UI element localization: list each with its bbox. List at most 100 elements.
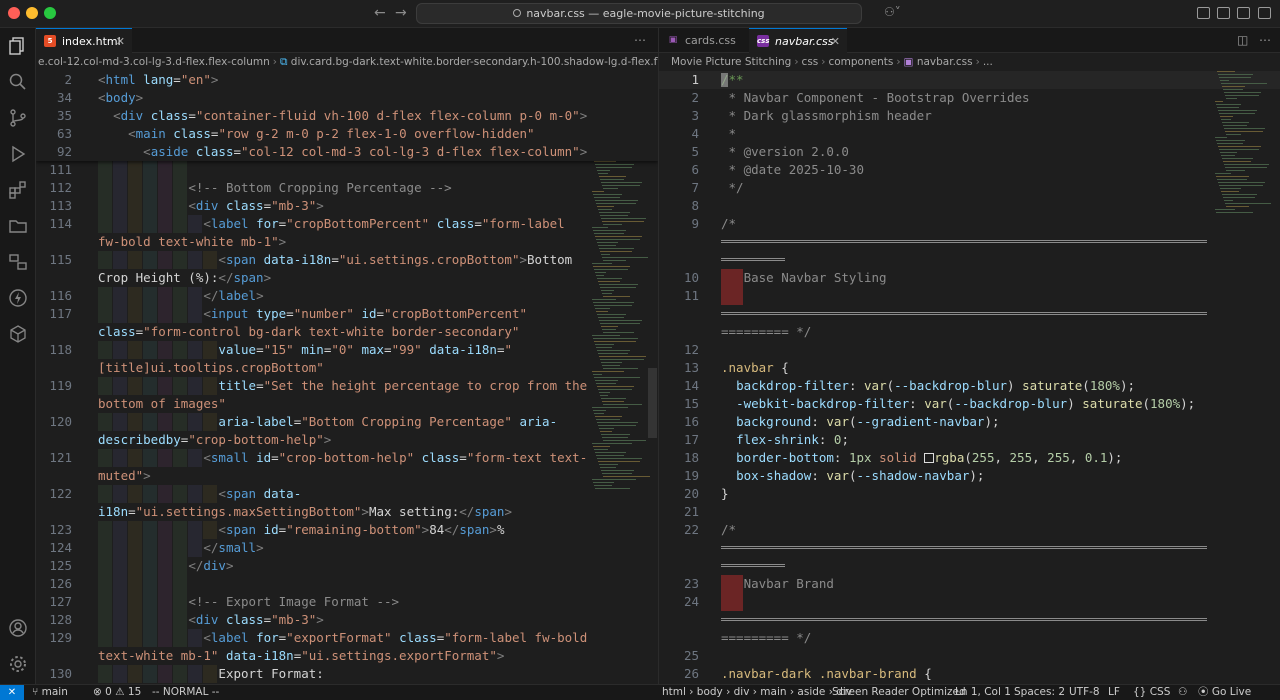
- code-line[interactable]: 1/**: [659, 71, 1280, 89]
- code-line[interactable]: 16 background: var(--gradient-navbar);: [659, 413, 1280, 431]
- tab-index-html[interactable]: 5 index.html ✕: [36, 28, 132, 53]
- code-line[interactable]: 129 <label for="exportFormat" class="for…: [36, 629, 658, 647]
- tab-navbar-css[interactable]: css navbar.css ✕: [749, 28, 847, 53]
- code-line[interactable]: 114 <label for="cropBottomPercent" class…: [36, 215, 658, 233]
- code-line[interactable]: 24: [659, 593, 1280, 611]
- code-line[interactable]: 20}: [659, 485, 1280, 503]
- sticky-line[interactable]: 35 <div class="container-fluid vh-100 d-…: [36, 107, 658, 125]
- code-line[interactable]: 17 flex-shrink: 0;: [659, 431, 1280, 449]
- code-line[interactable]: 25: [659, 647, 1280, 665]
- code-line[interactable]: [659, 611, 1280, 629]
- code-line[interactable]: 125 </div>: [36, 557, 658, 575]
- code-line[interactable]: ========= */: [659, 323, 1280, 341]
- more-actions-icon[interactable]: ⋯: [634, 28, 646, 53]
- close-icon[interactable]: ✕: [116, 29, 125, 54]
- code-line[interactable]: 113 <div class="mb-3">: [36, 197, 658, 215]
- code-line[interactable]: 117 <input type="number" id="cropBottomP…: [36, 305, 658, 323]
- code-line[interactable]: 123 <span id="remaining-bottom">84</span…: [36, 521, 658, 539]
- code-editor-navbar-css[interactable]: 1/** 2 * Navbar Component - Bootstrap Ove…: [659, 71, 1280, 684]
- command-center[interactable]: navbar.css — eagle-movie-picture-stitchi…: [416, 3, 862, 24]
- code-line[interactable]: text-white mb-1" data-i18n="ui.settings.…: [36, 647, 658, 665]
- sticky-line[interactable]: 34 <body>: [36, 89, 658, 107]
- code-line[interactable]: bottom of images": [36, 395, 658, 413]
- code-line[interactable]: 128 <div class="mb-3">: [36, 611, 658, 629]
- toggle-primary-sidebar-icon[interactable]: [1197, 7, 1210, 19]
- code-line[interactable]: 3 * Dark glassmorphism header: [659, 107, 1280, 125]
- remote-indicator-icon[interactable]: ✕: [0, 685, 24, 700]
- code-line[interactable]: [659, 233, 1280, 251]
- code-line[interactable]: 10 Base Navbar Styling: [659, 269, 1280, 287]
- code-line[interactable]: [659, 305, 1280, 323]
- code-line[interactable]: 111: [36, 161, 658, 179]
- indentation[interactable]: Spaces: 2: [1014, 685, 1065, 700]
- tab-cards-css[interactable]: ▣ cards.css: [659, 28, 747, 53]
- folder-icon[interactable]: [8, 216, 28, 236]
- sticky-scroll-header[interactable]: 2 <html lang="en"> 34 <body> 35 <div class="…: [36, 71, 658, 161]
- toggle-secondary-sidebar-icon[interactable]: [1237, 7, 1250, 19]
- sticky-line[interactable]: 63 <main class="row g-2 m-0 p-2 flex-1-0…: [36, 125, 658, 143]
- code-line[interactable]: 115 <span data-i18n="ui.settings.cropBot…: [36, 251, 658, 269]
- code-line[interactable]: i18n="ui.settings.maxSettingBottom">Max …: [36, 503, 658, 521]
- search-icon[interactable]: [8, 72, 28, 92]
- code-line[interactable]: 12: [659, 341, 1280, 359]
- code-line[interactable]: 124 </small>: [36, 539, 658, 557]
- cursor-position[interactable]: Ln 1, Col 1: [955, 685, 1011, 700]
- forward-arrow-icon[interactable]: →: [395, 5, 407, 21]
- breadcrumb-item[interactable]: css: [802, 56, 819, 68]
- code-line[interactable]: 14 backdrop-filter: var(--backdrop-blur)…: [659, 377, 1280, 395]
- code-editor-index-html[interactable]: 2 <html lang="en"> 34 <body> 35 <div class="…: [36, 71, 658, 684]
- code-line[interactable]: 7 */: [659, 179, 1280, 197]
- status-breadcrumb[interactable]: html › body › div › main › aside › div: [662, 685, 852, 700]
- code-line[interactable]: 8: [659, 197, 1280, 215]
- minimize-window-button[interactable]: [26, 7, 38, 19]
- code-line[interactable]: 122 <span data-: [36, 485, 658, 503]
- source-control-icon[interactable]: [8, 108, 28, 128]
- remote-explorer-icon[interactable]: [8, 252, 28, 272]
- more-actions-icon[interactable]: ⋯: [1259, 28, 1271, 53]
- scrollbar-thumb[interactable]: [648, 368, 657, 438]
- code-line[interactable]: 130 Export Format:: [36, 665, 658, 683]
- code-line[interactable]: 118 value="15" min="0" max="99" data-i18…: [36, 341, 658, 359]
- copilot-icon[interactable]: ⚇˅: [884, 5, 901, 19]
- code-line[interactable]: muted">: [36, 467, 658, 485]
- breadcrumb-item[interactable]: div.card.bg-dark.text-white.border-secon…: [291, 56, 658, 68]
- code-line[interactable]: 120 aria-label="Bottom Cropping Percenta…: [36, 413, 658, 431]
- code-line[interactable]: 26 .navbar-dark .navbar-brand {: [659, 665, 1280, 683]
- run-debug-icon[interactable]: [8, 144, 28, 164]
- minimap[interactable]: [1215, 71, 1277, 684]
- code-line[interactable]: 116 </label>: [36, 287, 658, 305]
- code-line[interactable]: [title]ui.tooltips.cropBottom": [36, 359, 658, 377]
- code-line[interactable]: 6 * @date 2025-10-30: [659, 161, 1280, 179]
- code-line[interactable]: 5 * @version 2.0.0: [659, 143, 1280, 161]
- sticky-line[interactable]: 2 <html lang="en">: [36, 71, 658, 89]
- breadcrumb-item[interactable]: navbar.css: [917, 56, 973, 68]
- code-line[interactable]: 11: [659, 287, 1280, 305]
- encoding[interactable]: UTF-8: [1069, 685, 1100, 700]
- account-icon[interactable]: [8, 618, 28, 638]
- code-line[interactable]: describedby="crop-bottom-help">: [36, 431, 658, 449]
- code-line[interactable]: fw-bold text-white mb-1">: [36, 233, 658, 251]
- split-editor-icon[interactable]: ◫: [1237, 28, 1248, 53]
- code-line[interactable]: 2 * Navbar Component - Bootstrap Overrid…: [659, 89, 1280, 107]
- screen-reader-mode[interactable]: Screen Reader Optimized: [832, 685, 966, 700]
- extensions-icon[interactable]: [8, 180, 28, 200]
- breadcrumb-item[interactable]: Movie Picture Stitching: [671, 56, 791, 68]
- breadcrumb-item[interactable]: components: [828, 56, 893, 68]
- end-of-line[interactable]: LF: [1108, 685, 1120, 700]
- go-live-button[interactable]: ⦿ Go Live: [1198, 685, 1251, 700]
- code-line[interactable]: 126: [36, 575, 658, 593]
- code-line[interactable]: Crop Height (%):</span>: [36, 269, 658, 287]
- breadcrumb-item[interactable]: ...: [983, 56, 993, 68]
- code-line[interactable]: 15 -webkit-backdrop-filter: var(--backdr…: [659, 395, 1280, 413]
- toggle-panel-icon[interactable]: [1217, 7, 1230, 19]
- code-line[interactable]: 4 *: [659, 125, 1280, 143]
- code-line[interactable]: 22 /*: [659, 521, 1280, 539]
- sticky-line[interactable]: 92 <aside class="col-12 col-md-3 col-lg-…: [36, 143, 658, 161]
- code-line[interactable]: [659, 557, 1280, 575]
- code-line[interactable]: 13 .navbar {: [659, 359, 1280, 377]
- code-line[interactable]: [659, 251, 1280, 269]
- code-line[interactable]: [659, 539, 1280, 557]
- code-line[interactable]: 9 /*: [659, 215, 1280, 233]
- breadcrumb-item[interactable]: e.col-12.col-md-3.col-lg-3.d-flex.flex-c…: [38, 56, 270, 68]
- code-line[interactable]: 18 border-bottom: 1px solid rgba(255, 25…: [659, 449, 1280, 467]
